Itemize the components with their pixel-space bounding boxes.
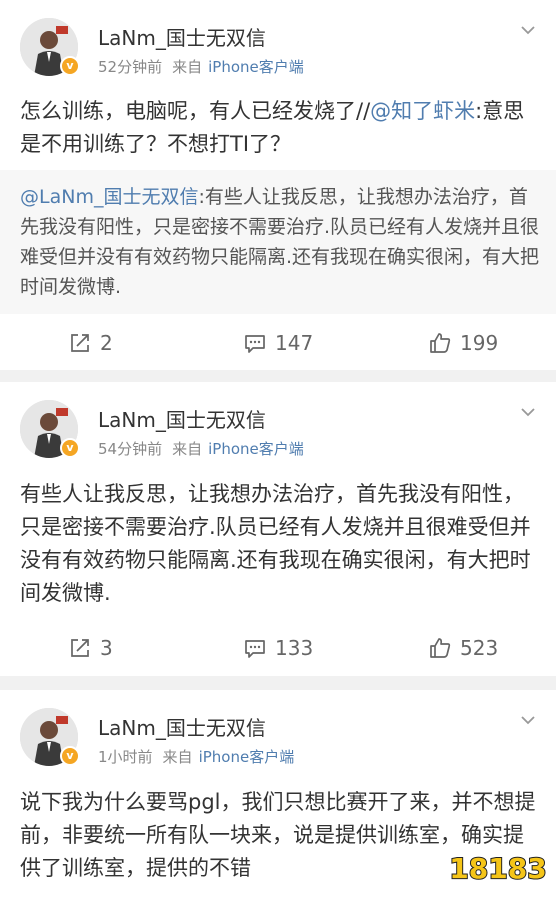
chevron-down-icon[interactable] [518, 20, 538, 40]
repost-button[interactable]: 3 [68, 623, 113, 673]
client-link[interactable]: iPhone客户端 [208, 440, 304, 458]
action-bar: 2 147 199 [0, 318, 556, 368]
action-bar: 3 133 523 [0, 623, 556, 673]
comment-icon [245, 640, 265, 658]
post-text: 怎么训练，电脑呢，有人已经发烧了//@知了虾米:意思是不用训练了？不想打TI了？ [20, 95, 538, 161]
post-text: 有些人让我反思，让我想办法治疗，首先我没有阳性，只是密接不需要治疗.队员已经有人… [20, 482, 531, 605]
repost-count: 3 [100, 636, 113, 660]
repost-icon [71, 639, 89, 657]
watermark-text: 18183 [449, 852, 546, 885]
post-header: v LaNm_国士无双信 54分钟前 来自 iPhone客户端 [20, 396, 540, 459]
chevron-down-icon[interactable] [518, 402, 538, 422]
comment-count: 133 [275, 636, 314, 660]
verified-icon: v [60, 56, 80, 76]
post-meta: 1小时前 来自 iPhone客户端 [98, 746, 294, 767]
post-card: v LaNm_国士无双信 54分钟前 来自 iPhone客户端 有些人让我反思，让我… [0, 382, 556, 676]
source-prefix: 来自 [172, 440, 203, 458]
like-count: 523 [460, 636, 499, 660]
like-count: 199 [460, 331, 499, 355]
source-prefix: 来自 [172, 58, 203, 76]
client-link[interactable]: iPhone客户端 [199, 748, 295, 766]
post-meta: 54分钟前 来自 iPhone客户端 [98, 438, 304, 459]
comment-button[interactable]: 133 [243, 623, 313, 673]
comment-button[interactable]: 147 [243, 318, 313, 368]
repost-mention[interactable]: @LaNm_国士无双信 [20, 186, 198, 208]
like-icon [430, 333, 451, 353]
verified-icon: v [60, 438, 80, 458]
repost-button[interactable]: 2 [68, 318, 113, 368]
username[interactable]: LaNm_国士无双信 [98, 712, 266, 741]
comment-icon [245, 335, 265, 353]
repost-icon [71, 334, 89, 352]
like-button[interactable]: 199 [428, 318, 498, 368]
post-text-part: 怎么训练，电脑呢，有人已经发烧了// [20, 99, 371, 123]
username[interactable]: LaNm_国士无双信 [98, 404, 266, 433]
comment-count: 147 [275, 331, 314, 355]
post-card: v LaNm_国士无双信 52分钟前 来自 iPhone客户端 怎么训练，电脑呢，有… [0, 0, 556, 370]
verified-icon: v [60, 746, 80, 766]
username[interactable]: LaNm_国士无双信 [98, 22, 266, 51]
client-link[interactable]: iPhone客户端 [208, 58, 304, 76]
like-icon [430, 638, 451, 658]
post-card: v LaNm_国士无双信 1小时前 来自 iPhone客户端 说下我为什么要骂pgl… [0, 690, 556, 900]
like-button[interactable]: 523 [428, 623, 498, 673]
mention-link[interactable]: @知了虾米 [370, 99, 475, 123]
post-time: 54分钟前 [98, 440, 163, 458]
post-header: v LaNm_国士无双信 1小时前 来自 iPhone客户端 [20, 704, 540, 767]
repost-count: 2 [100, 331, 113, 355]
post-time: 52分钟前 [98, 58, 163, 76]
watermark-logo: 18183 [448, 851, 547, 886]
source-prefix: 来自 [162, 748, 193, 766]
repost-text: @LaNm_国士无双信:有些人让我反思，让我想办法治疗，首先我没有阳性，只是密接… [20, 182, 540, 302]
post-time: 1小时前 [98, 748, 153, 766]
post-meta: 52分钟前 来自 iPhone客户端 [98, 56, 304, 77]
chevron-down-icon[interactable] [518, 710, 538, 730]
repost-block[interactable]: @LaNm_国士无双信:有些人让我反思，让我想办法治疗，首先我没有阳性，只是密接… [0, 170, 556, 314]
post-header: v LaNm_国士无双信 52分钟前 来自 iPhone客户端 [20, 14, 540, 77]
